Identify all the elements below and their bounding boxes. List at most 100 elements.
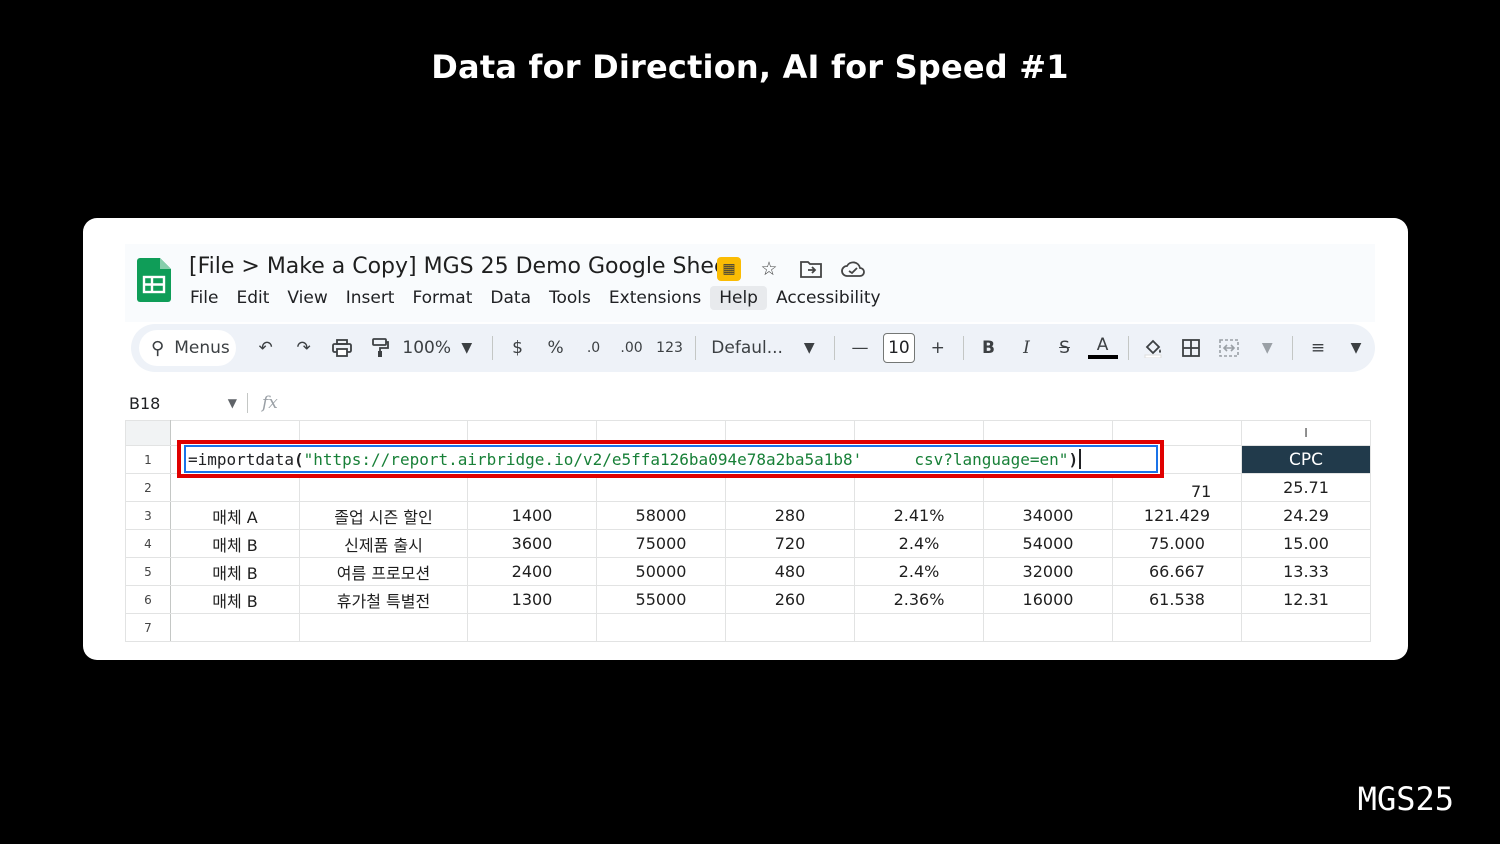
font-dropdown-icon[interactable]: ▼ [793,332,825,364]
menu-extensions[interactable]: Extensions [600,286,710,310]
format-currency-button[interactable]: $ [502,332,534,364]
merge-dropdown-icon[interactable]: ▼ [1251,332,1283,364]
row-number[interactable]: 2 [125,473,171,502]
cell[interactable]: 2.4% [854,529,984,558]
redo-icon[interactable]: ↷ [288,332,320,364]
cell[interactable]: 13.33 [1241,557,1371,586]
cell[interactable]: 58000 [596,501,726,530]
menu-format[interactable]: Format [403,286,481,310]
italic-button[interactable]: I [1011,332,1043,364]
zoom-dropdown-icon[interactable]: ▼ [451,332,483,364]
cell[interactable]: 55000 [596,585,726,614]
cell[interactable]: 졸업 시즌 할인 [299,501,468,530]
align-dropdown-icon[interactable]: ▼ [1340,332,1372,364]
cell[interactable]: 61.538 [1112,585,1242,614]
column-header-i[interactable]: I [1241,420,1371,446]
fill-color-icon[interactable] [1137,332,1169,364]
horizontal-align-icon[interactable]: ≡ [1302,332,1334,364]
move-to-folder-icon[interactable] [797,256,825,282]
cell[interactable]: 신제품 출시 [299,529,468,558]
menu-accessibility[interactable]: Accessibility [767,286,890,310]
cell[interactable]: 2.4% [854,557,984,586]
cell[interactable] [170,613,300,642]
sheets-logo-icon[interactable] [137,258,171,302]
row-number[interactable]: 6 [125,585,171,614]
increase-decimal-button[interactable]: .00 [616,332,648,364]
row-number[interactable]: 3 [125,501,171,530]
cell[interactable]: 매체 B [170,585,300,614]
cell[interactable]: 16000 [983,585,1113,614]
cell[interactable]: 25.71 [1241,473,1371,502]
cell[interactable] [725,613,855,642]
cell[interactable]: 1400 [467,501,597,530]
menu-insert[interactable]: Insert [337,286,404,310]
cell[interactable]: 휴가철 특별전 [299,585,468,614]
cell[interactable]: 3600 [467,529,597,558]
cell[interactable]: 480 [725,557,855,586]
cell[interactable]: 32000 [983,557,1113,586]
menu-tools[interactable]: Tools [540,286,600,310]
cell[interactable]: 2400 [467,557,597,586]
header-cell-cpc[interactable]: CPC [1241,445,1371,474]
cell[interactable]: 15.00 [1241,529,1371,558]
row-number[interactable]: 1 [125,445,171,474]
cell[interactable]: 75000 [596,529,726,558]
menu-edit[interactable]: Edit [227,286,278,310]
format-percent-button[interactable]: % [540,332,572,364]
cloud-status-icon[interactable] [839,256,867,282]
strikethrough-icon[interactable]: S [1049,332,1081,364]
cell[interactable] [1241,613,1371,642]
cell[interactable]: 1300 [467,585,597,614]
zoom-select[interactable]: 100% [402,332,451,364]
cell[interactable]: 34000 [983,501,1113,530]
row-number[interactable]: 7 [125,613,171,642]
paint-format-icon[interactable] [364,332,396,364]
cell[interactable] [596,613,726,642]
bold-button[interactable]: B [973,332,1005,364]
row-number[interactable]: 4 [125,529,171,558]
cell[interactable]: 121.429 [1112,501,1242,530]
menus-search[interactable]: ⚲ Menus [139,330,236,366]
cell[interactable]: 54000 [983,529,1113,558]
cell[interactable]: 66.667 [1112,557,1242,586]
more-formats-button[interactable]: 123 [654,332,686,364]
cell[interactable] [983,613,1113,642]
cell[interactable]: 720 [725,529,855,558]
cell[interactable]: 50000 [596,557,726,586]
undo-icon[interactable]: ↶ [250,332,282,364]
increase-font-size-icon[interactable]: + [922,332,954,364]
cell[interactable]: 매체 B [170,529,300,558]
cell[interactable]: 280 [725,501,855,530]
document-title[interactable]: [File > Make a Copy] MGS 25 Demo Google … [189,254,736,279]
decrease-font-size-icon[interactable]: — [844,332,876,364]
cell[interactable]: 2.36% [854,585,984,614]
print-icon[interactable] [326,332,358,364]
menu-help[interactable]: Help [710,286,767,310]
name-box[interactable]: B18 ▼ [125,394,247,413]
font-size-input[interactable]: 10 [883,333,915,363]
menu-data[interactable]: Data [481,286,540,310]
cell[interactable]: 12.31 [1241,585,1371,614]
select-all-corner[interactable] [125,420,171,446]
cell[interactable]: 2.41% [854,501,984,530]
cell[interactable] [467,613,597,642]
name-box-dropdown-icon[interactable]: ▼ [228,396,237,410]
cell[interactable] [1112,613,1242,642]
row-number[interactable]: 5 [125,557,171,586]
merge-cells-icon[interactable] [1213,332,1245,364]
borders-icon[interactable] [1175,332,1207,364]
text-color-button[interactable]: A [1087,332,1119,364]
cell[interactable] [299,613,468,642]
cell[interactable]: 260 [725,585,855,614]
star-icon[interactable]: ☆ [755,256,783,282]
cell[interactable]: 매체 B [170,557,300,586]
formula-cell-editor[interactable]: =importdata("https://report.airbridge.io… [184,445,1158,473]
decrease-decimal-button[interactable]: .0 [578,332,610,364]
menu-view[interactable]: View [278,286,336,310]
menu-file[interactable]: File [181,286,227,310]
no-sync-badge-icon[interactable]: ▦ [717,257,741,281]
cell[interactable] [854,613,984,642]
cell[interactable]: 24.29 [1241,501,1371,530]
font-family-select[interactable]: Defaul... [711,332,787,364]
cell[interactable]: 75.000 [1112,529,1242,558]
